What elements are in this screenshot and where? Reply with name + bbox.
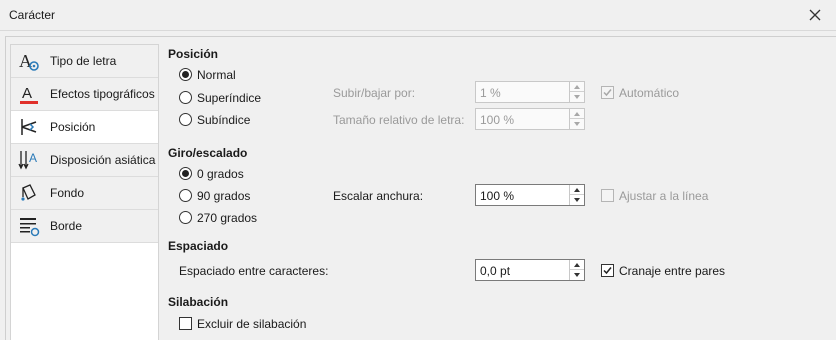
checkmark-icon [603,267,612,275]
section-heading-position: Posición [168,47,219,61]
background-fill-icon [21,184,36,201]
scale-width-label: Escalar anchura: [333,189,424,203]
radio-90-degrees[interactable] [179,189,192,202]
window-title: Carácter [9,8,56,22]
relative-size-label: Tamaño relativo de letra: [333,113,465,127]
close-icon[interactable] [804,4,826,26]
spin-down-arrow-icon[interactable] [570,270,584,280]
spin-down-arrow-icon[interactable] [570,92,584,102]
checkmark-icon [603,89,612,97]
spinbox-value: 100 % [480,113,515,127]
raise-lower-label: Subir/bajar por: [333,86,416,100]
radio-label: Superíndice [197,91,262,105]
font-settings-icon: A [19,51,39,71]
radio-0-degrees[interactable] [179,167,192,180]
font-color-icon: A [20,85,38,104]
spin-down-arrow-icon[interactable] [570,119,584,129]
radio-subscript[interactable] [179,113,192,126]
radio-superscript[interactable] [179,91,192,104]
radio-label: 270 grados [197,211,258,225]
fit-to-line-label: Ajustar a la línea [619,189,709,203]
sidebar-item-border[interactable]: Borde [11,210,158,242]
position-icon [21,119,37,135]
exclude-hyphenation-label: Excluir de silabación [197,317,307,331]
radio-label: 90 grados [197,189,251,203]
scale-width-spinbox[interactable]: 100 % [475,184,585,206]
sidebar-item-label: Disposición asiática [50,153,156,167]
sidebar-item-font-effects[interactable]: A Efectos tipográficos [11,78,158,110]
asian-layout-icon: A [18,151,37,170]
character-spacing-label: Espaciado entre caracteres: [179,264,329,278]
pair-kerning-label: Cranaje entre pares [619,264,726,278]
section-heading-hyphenation: Silabación [168,295,229,309]
sidebar-item-asian-layout[interactable]: A Disposición asiática [11,144,158,176]
character-spacing-spinbox[interactable]: 0,0 pt [475,259,585,281]
sidebar-item-label: Fondo [50,186,85,200]
pair-kerning-checkbox[interactable] [601,264,614,277]
spinbox-value: 1 % [480,86,501,100]
exclude-hyphenation-checkbox[interactable] [179,317,192,330]
section-heading-rotation: Giro/escalado [168,146,248,160]
section-heading-spacing: Espaciado [168,239,229,253]
border-icon [20,218,40,237]
fit-to-line-checkbox[interactable] [601,189,614,202]
spin-down-arrow-icon[interactable] [570,195,584,205]
sidebar-item-font[interactable]: A Tipo de letra [11,45,158,77]
spinbox-value: 0,0 pt [480,264,511,278]
spin-up-arrow-icon[interactable] [570,82,584,92]
spin-up-arrow-icon[interactable] [570,185,584,195]
category-sidebar: A Tipo de letra A Efectos tipográficos P… [10,44,159,340]
automatic-label: Automático [619,86,680,100]
automatic-checkbox[interactable] [601,86,614,99]
radio-label: 0 grados [197,167,244,181]
relative-size-spinbox[interactable]: 100 % [475,108,585,130]
radio-270-degrees[interactable] [179,211,192,224]
sidebar-item-position[interactable]: Posición [11,111,158,143]
radio-label: Normal [197,68,236,82]
svg-text:A: A [29,151,37,165]
sidebar-item-label: Borde [50,219,83,233]
spin-up-arrow-icon[interactable] [570,260,584,270]
radio-normal[interactable] [179,68,192,81]
sidebar-item-label: Tipo de letra [50,54,117,68]
sidebar-item-label: Posición [50,120,96,134]
radio-label: Subíndice [197,113,251,127]
spinbox-value: 100 % [480,189,515,203]
sidebar-item-background[interactable]: Fondo [11,177,158,209]
spin-up-arrow-icon[interactable] [570,109,584,119]
svg-text:A: A [22,85,32,102]
title-bar: Carácter [0,0,836,31]
raise-lower-spinbox[interactable]: 1 % [475,81,585,103]
sidebar-item-label: Efectos tipográficos [50,87,155,101]
